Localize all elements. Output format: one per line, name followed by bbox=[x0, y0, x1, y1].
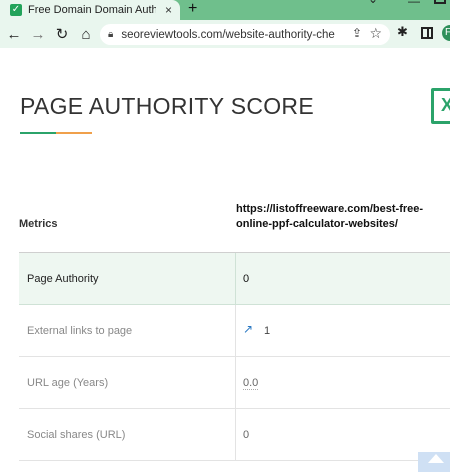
home-icon[interactable]: ⌂ bbox=[74, 26, 98, 43]
page-title: PAGE AUTHORITY SCORE bbox=[20, 93, 314, 119]
column-divider bbox=[235, 357, 236, 408]
column-divider bbox=[235, 409, 236, 460]
title-underline bbox=[20, 132, 92, 134]
browser-toolbar: ← → ↻ ⌂ 🔒︎ seoreviewtools.com/website-au… bbox=[0, 20, 450, 48]
table-row: External links to page ↗ 1 bbox=[19, 305, 450, 357]
share-icon[interactable]: ⇪ bbox=[352, 26, 362, 40]
excel-icon[interactable]: X bbox=[431, 88, 450, 124]
column-divider bbox=[235, 253, 236, 304]
metric-value: 0.0 bbox=[243, 377, 259, 390]
column-divider bbox=[235, 305, 236, 356]
reload-icon[interactable]: ↻ bbox=[50, 25, 74, 43]
address-bar[interactable]: 🔒︎ seoreviewtools.com/website-authority-… bbox=[100, 24, 390, 45]
metric-value: 1 bbox=[264, 325, 271, 337]
scroll-to-top-button[interactable] bbox=[418, 452, 450, 472]
puzzle-icon[interactable]: ✱ bbox=[397, 24, 408, 40]
close-tab-icon[interactable]: × bbox=[165, 3, 172, 17]
metric-label: URL age (Years) bbox=[27, 377, 109, 389]
metric-label: Social shares (URL) bbox=[27, 429, 126, 441]
metric-value: 0 bbox=[243, 273, 250, 285]
external-link-icon[interactable]: ↗ bbox=[243, 322, 253, 336]
side-panel-icon[interactable] bbox=[421, 27, 433, 39]
maximize-icon[interactable] bbox=[434, 0, 446, 4]
tab-strip: ✓ Free Domain Domain Authority C × + ⌄ — bbox=[0, 0, 450, 20]
table-row: Social shares (URL) 0 bbox=[19, 409, 450, 461]
table-row: Page Authority 0 bbox=[19, 253, 450, 305]
metric-value: 0 bbox=[243, 429, 250, 441]
site-url-header: https://listoffreeware.com/best-free-onl… bbox=[236, 203, 424, 230]
authority-table: Metrics https://listoffreeware.com/best-… bbox=[19, 194, 450, 461]
forward-arrow-icon[interactable]: → bbox=[26, 26, 50, 43]
favicon-icon: ✓ bbox=[10, 4, 22, 16]
new-tab-button[interactable]: + bbox=[188, 0, 197, 18]
browser-tab[interactable]: ✓ Free Domain Domain Authority C × bbox=[0, 0, 180, 20]
url-text[interactable]: seoreviewtools.com/website-authority-che… bbox=[121, 29, 335, 41]
lock-icon[interactable]: 🔒︎ bbox=[108, 29, 113, 40]
metrics-header: Metrics bbox=[19, 218, 58, 230]
minimize-icon[interactable]: — bbox=[408, 0, 420, 8]
tab-title: Free Domain Domain Authority C bbox=[28, 4, 156, 16]
back-arrow-icon[interactable]: ← bbox=[2, 26, 26, 43]
table-row: URL age (Years) 0.0 bbox=[19, 357, 450, 409]
page-content: PAGE AUTHORITY SCORE X Metrics https://l… bbox=[0, 48, 450, 468]
metric-label: External links to page bbox=[27, 325, 133, 337]
chevron-down-icon[interactable]: ⌄ bbox=[368, 0, 378, 6]
metric-label: Page Authority bbox=[27, 273, 99, 285]
table-header: Metrics https://listoffreeware.com/best-… bbox=[19, 194, 450, 253]
star-icon[interactable]: ☆ bbox=[369, 25, 382, 42]
arrow-up-icon bbox=[428, 454, 444, 463]
